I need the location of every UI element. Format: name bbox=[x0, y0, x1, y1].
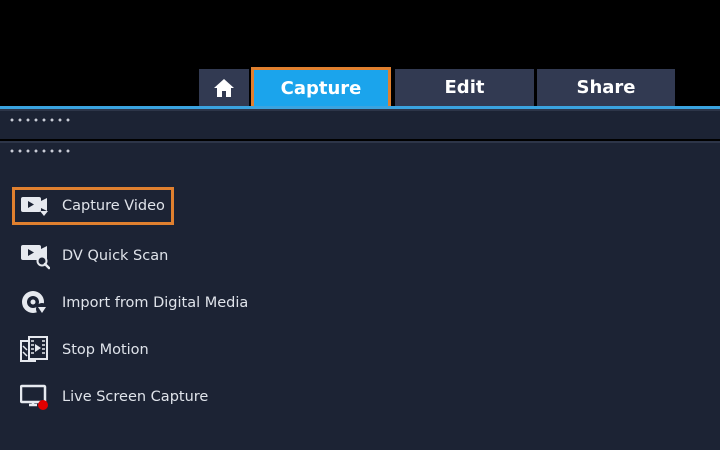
menu-item-capture-video[interactable]: Capture Video bbox=[12, 187, 174, 225]
menu-item-label: DV Quick Scan bbox=[62, 248, 169, 264]
live-screen-capture-icon bbox=[20, 382, 52, 412]
menu-item-import-digital-media[interactable]: Import from Digital Media bbox=[12, 284, 248, 322]
stop-motion-icon bbox=[20, 335, 52, 365]
panel-gripper-handle[interactable] bbox=[8, 118, 70, 122]
menu-item-dv-quick-scan[interactable]: DV Quick Scan bbox=[12, 237, 174, 275]
home-icon bbox=[214, 78, 234, 97]
panel-gripper-handle[interactable] bbox=[8, 149, 70, 153]
menu-item-label: Capture Video bbox=[62, 198, 165, 214]
capture-video-icon bbox=[20, 191, 52, 221]
tab-home[interactable] bbox=[199, 69, 249, 106]
tab-bar: Capture Edit Share bbox=[0, 0, 720, 109]
menu-item-label: Live Screen Capture bbox=[62, 389, 209, 405]
app-window: Capture Edit Share Capture Video DV Quic… bbox=[0, 0, 720, 450]
menu-item-live-screen-capture[interactable]: Live Screen Capture bbox=[12, 378, 208, 416]
menu-item-stop-motion[interactable]: Stop Motion bbox=[12, 331, 174, 369]
tab-share[interactable]: Share bbox=[537, 69, 675, 106]
menu-item-label: Import from Digital Media bbox=[62, 295, 249, 311]
menu-item-label: Stop Motion bbox=[62, 342, 149, 358]
dv-quick-scan-icon bbox=[20, 241, 52, 271]
import-digital-media-icon bbox=[20, 288, 52, 318]
top-panel bbox=[0, 109, 720, 139]
tab-edit[interactable]: Edit bbox=[395, 69, 534, 106]
tab-capture[interactable]: Capture bbox=[251, 67, 391, 109]
